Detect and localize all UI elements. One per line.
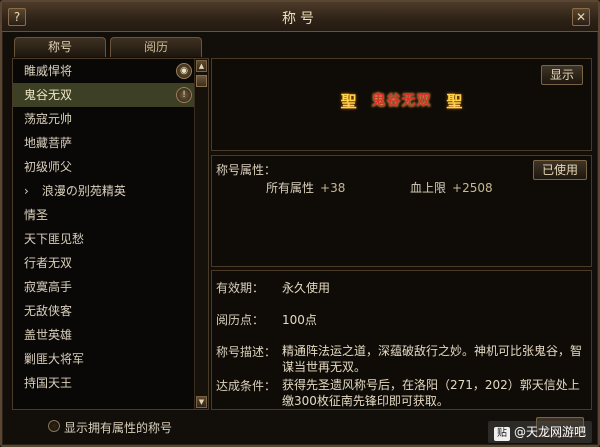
list-item[interactable]: 持国天王: [13, 371, 195, 395]
list-item-label: 地藏菩萨: [24, 136, 73, 150]
tab-experience[interactable]: 阅历: [110, 37, 202, 57]
title-attributes-panel: 称号属性： 已使用 所有属性 +38 血上限 +2508: [211, 155, 592, 267]
list-item-label: 初级师父: [24, 160, 73, 174]
validity-value: 永久使用: [282, 281, 331, 295]
list-item-label: 无敌侠客: [24, 304, 73, 318]
list-item[interactable]: 初级师父: [13, 155, 195, 179]
description-label: 称号描述：: [216, 345, 277, 359]
seal-right-icon: 聖: [446, 91, 463, 111]
attribute-label: 所有属性: [266, 181, 315, 195]
eye-icon[interactable]: ◉: [176, 63, 192, 79]
list-item-label: 天下匪见愁: [24, 232, 85, 246]
scroll-down-icon[interactable]: ▼: [196, 396, 207, 408]
tab-titles[interactable]: 称号: [14, 37, 106, 57]
list-item-label: 剿匪大将军: [24, 352, 85, 366]
tieba-logo-icon: 贴: [493, 427, 510, 441]
list-item-label: 鬼谷无双: [24, 88, 73, 102]
experience-value: 100点: [282, 313, 317, 327]
title-list-panel: 睢威悍将 ◉ 鬼谷无双 ! 荡寇元帅 地藏菩萨 初级师父 › 浪漫の别苑精英 情…: [12, 58, 209, 410]
list-item-label: …: [24, 400, 36, 409]
used-button[interactable]: 已使用: [532, 160, 587, 180]
title-list[interactable]: 睢威悍将 ◉ 鬼谷无双 ! 荡寇元帅 地藏菩萨 初级师父 › 浪漫の别苑精英 情…: [13, 59, 195, 409]
list-item-label: 持国天王: [24, 376, 73, 390]
title-banner: 聖 鬼谷无双 聖: [212, 87, 591, 115]
attribute-max-hp: 血上限 +2508: [410, 179, 493, 196]
list-item-label: 浪漫の别苑精英: [41, 184, 126, 198]
scroll-up-icon[interactable]: ▲: [196, 60, 207, 72]
list-item-label: 睢威悍将: [24, 64, 73, 78]
window-title: 称号: [282, 11, 318, 27]
list-scrollbar[interactable]: ▲ ▼: [194, 59, 208, 409]
list-item[interactable]: 行者无双: [13, 251, 195, 275]
title-window: ? 称号 ✕ 称号 阅历 睢威悍将 ◉ 鬼谷无双 ! 荡寇元帅 地藏菩萨 初级师…: [0, 0, 600, 447]
validity-label: 有效期：: [216, 281, 265, 295]
list-item-selected[interactable]: 鬼谷无双 !: [13, 83, 195, 107]
list-item[interactable]: 剿匪大将军: [13, 347, 195, 371]
filter-label: 显示拥有属性的称号: [64, 421, 173, 435]
list-item-label: 荡寇元帅: [24, 112, 73, 126]
title-info-panel: 有效期： 永久使用 阅历点： 100点 称号描述： 精通阵法运之道，深蕴破敌行之…: [211, 270, 592, 410]
watermark: 贴 @天龙网游吧: [487, 421, 592, 443]
description-value: 精通阵法运之道，深蕴破敌行之妙。神机可比张鬼谷，智谋当世再无双。: [282, 344, 583, 374]
attribute-all-stats: 所有属性 +38: [266, 179, 345, 196]
list-item[interactable]: 天下匪见愁: [13, 227, 195, 251]
title-preview-panel: 显示 聖 鬼谷无双 聖: [211, 58, 592, 151]
list-item[interactable]: 荡寇元帅: [13, 107, 195, 131]
list-item[interactable]: 盖世英雄: [13, 323, 195, 347]
title-bar: ? 称号 ✕: [2, 2, 598, 32]
alert-icon[interactable]: !: [176, 87, 192, 103]
list-item[interactable]: 无敌侠客: [13, 299, 195, 323]
list-item-label: 行者无双: [24, 256, 73, 270]
list-item-label: 盖世英雄: [24, 328, 73, 342]
watermark-text: @天龙网游吧: [513, 425, 586, 439]
list-item-label: 寂寞高手: [24, 280, 73, 294]
attribute-value: +2508: [452, 181, 493, 195]
show-button[interactable]: 显示: [540, 65, 583, 85]
list-item[interactable]: 睢威悍将 ◉: [13, 59, 195, 83]
expand-chevron-icon[interactable]: ›: [24, 179, 38, 203]
attribute-label: 血上限: [410, 181, 447, 195]
condition-value: 获得先圣遗风称号后，在洛阳（271，202）郭天信处上缴300枚征南先锋印即可获…: [282, 378, 580, 408]
attribute-value: +38: [320, 181, 346, 195]
list-item[interactable]: …: [13, 395, 195, 409]
list-item[interactable]: 寂寞高手: [13, 275, 195, 299]
list-item-label: 情圣: [24, 208, 49, 222]
list-item[interactable]: 情圣: [13, 203, 195, 227]
close-button[interactable]: ✕: [572, 8, 590, 26]
filter-radio[interactable]: [48, 420, 60, 432]
list-item[interactable]: 地藏菩萨: [13, 131, 195, 155]
scroll-thumb[interactable]: [196, 75, 207, 87]
seal-left-icon: 聖: [340, 91, 357, 111]
attributes-header: 称号属性：: [216, 163, 277, 177]
experience-label: 阅历点：: [216, 313, 265, 327]
list-group-item[interactable]: › 浪漫の别苑精英: [13, 179, 195, 203]
title-banner-text: 鬼谷无双: [371, 93, 432, 109]
condition-label: 达成条件：: [216, 379, 277, 393]
